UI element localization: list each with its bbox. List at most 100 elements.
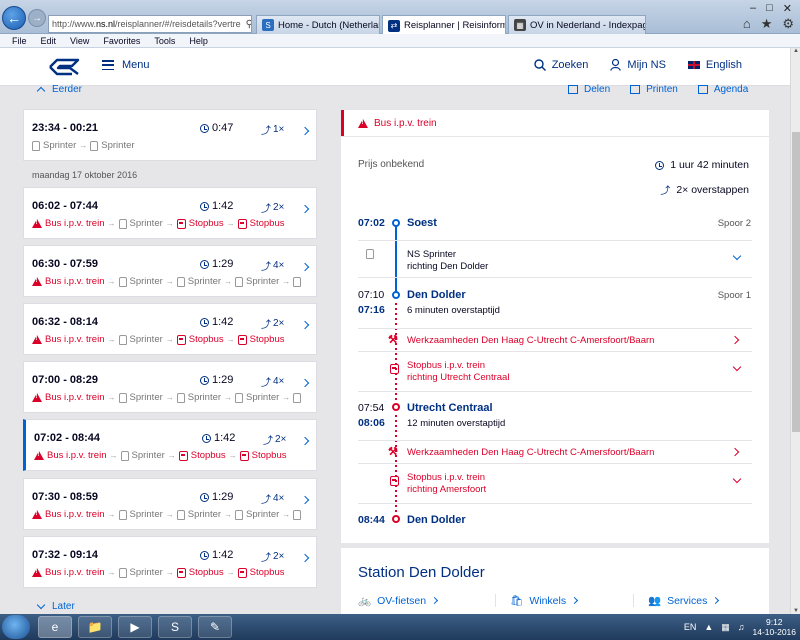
trip-transfers: ⤴ 2× bbox=[261, 200, 284, 215]
trip-card[interactable]: 07:30 - 08:591:29⤴4×Bus i.p.v. trein→Spr… bbox=[23, 478, 317, 530]
skype-taskbar-icon[interactable]: S bbox=[158, 616, 192, 638]
minimize-icon[interactable]: – bbox=[750, 2, 756, 15]
expand-chevron-icon[interactable] bbox=[732, 362, 742, 372]
trip-card[interactable]: 07:32 - 09:141:42⤴2×Bus i.p.v. trein→Spr… bbox=[23, 536, 317, 588]
works-notice-row[interactable]: ⚒ Werkzaamheden Den Haag C-Utrecht C-Ame… bbox=[358, 440, 752, 464]
trip-card[interactable]: 06:02 - 07:441:42⤴2×Bus i.p.v. trein→Spr… bbox=[23, 187, 317, 239]
warning-icon bbox=[32, 568, 42, 577]
start-button[interactable] bbox=[2, 615, 30, 639]
share-icon bbox=[568, 85, 578, 94]
forward-button[interactable]: → bbox=[28, 9, 46, 27]
trip-card[interactable]: 23:34 - 00:21 0:47 ⤴ 1× Sprinter → Sprinter bbox=[23, 109, 317, 161]
trip-leg-label: Stopbus bbox=[188, 218, 224, 229]
settings-gear-icon[interactable]: ⚙ bbox=[782, 16, 794, 32]
calendar-button[interactable]: Agenda bbox=[697, 84, 748, 95]
station-name[interactable]: Den Dolder bbox=[407, 289, 466, 301]
url-prefix: http://www. bbox=[52, 19, 97, 29]
window-close-icon[interactable]: ✕ bbox=[783, 2, 792, 15]
account-button[interactable]: Mijn NS bbox=[610, 59, 666, 71]
search-icon[interactable]: ⚲ bbox=[246, 19, 251, 30]
ie-taskbar-icon[interactable]: e bbox=[38, 616, 72, 638]
works-notice-row[interactable]: ⚒ Werkzaamheden Den Haag C-Utrecht C-Ame… bbox=[358, 328, 752, 352]
train-icon bbox=[176, 392, 185, 403]
transfer-time: 12 minuten overstaptijd bbox=[407, 418, 506, 429]
back-button[interactable]: ← bbox=[2, 6, 26, 30]
ov-fietsen-link[interactable]: 🚲 OV-fietsen bbox=[358, 594, 496, 607]
clock-time: 9:12 bbox=[765, 617, 783, 627]
leg-separator-icon: → bbox=[282, 510, 291, 519]
address-bar[interactable]: http://www. ns.nl/reisplanner/#/reisdetai… bbox=[48, 15, 252, 33]
trip-leg: Sprinter bbox=[120, 450, 165, 461]
ns-logo-icon[interactable] bbox=[48, 58, 80, 76]
tab-reisplanner[interactable]: ⇄ Reisplanner | Reisinformatie... × bbox=[382, 15, 506, 35]
maximize-icon[interactable]: □ bbox=[766, 2, 773, 15]
expand-chevron-icon[interactable] bbox=[732, 474, 742, 484]
trip-card[interactable]: 07:00 - 08:291:29⤴4×Bus i.p.v. trein→Spr… bbox=[23, 361, 317, 413]
print-button[interactable]: Printen bbox=[630, 84, 678, 95]
station-name[interactable]: Den Dolder bbox=[407, 514, 466, 526]
earlier-button[interactable]: Eerder bbox=[36, 84, 82, 96]
trip-duration-text: 1:42 bbox=[214, 432, 236, 444]
page-scrollbar[interactable]: ▲ ▼ bbox=[790, 48, 800, 614]
clock-icon bbox=[200, 259, 209, 269]
language-indicator[interactable]: EN bbox=[684, 622, 697, 632]
leg-train-row[interactable]: NS Sprinter richting Den Dolder bbox=[358, 240, 752, 278]
menu-tools[interactable]: Tools bbox=[154, 34, 175, 47]
share-button[interactable]: Delen bbox=[568, 84, 610, 95]
menu-label: Menu bbox=[122, 59, 150, 71]
leg-train-direction: richting Den Dolder bbox=[407, 261, 489, 272]
train-icon bbox=[293, 509, 302, 520]
favorites-star-icon[interactable]: ★ bbox=[761, 16, 773, 32]
menu-favorites[interactable]: Favorites bbox=[103, 34, 140, 47]
scroll-up-icon[interactable]: ▲ bbox=[791, 48, 800, 54]
paint-taskbar-icon[interactable]: ✎ bbox=[198, 616, 232, 638]
home-icon[interactable]: ⌂ bbox=[743, 16, 751, 32]
menu-help[interactable]: Help bbox=[189, 34, 208, 47]
trip-transfers-text: 4× bbox=[273, 376, 285, 387]
winkels-link[interactable]: 🛍 Winkels bbox=[496, 594, 634, 607]
later-button[interactable]: Later bbox=[36, 600, 75, 612]
tray-arrow-icon[interactable]: ▲ bbox=[704, 622, 713, 632]
tab-ov-nederland[interactable]: ▦ OV in Nederland - Indexpagina bbox=[508, 15, 646, 34]
bus-icon bbox=[176, 334, 186, 345]
scroll-thumb[interactable] bbox=[792, 132, 800, 432]
trip-legs: Bus i.p.v. trein→Sprinter→Sprinter→Sprin… bbox=[32, 509, 302, 520]
trip-duration-text: 1:42 bbox=[212, 316, 234, 328]
tray-clock[interactable]: 9:12 14-10-2016 bbox=[753, 617, 796, 637]
leg-separator-icon: → bbox=[107, 393, 116, 402]
trip-legs: Bus i.p.v. trein→Sprinter→Stopbus→Stopbu… bbox=[32, 334, 302, 345]
menu-file[interactable]: File bbox=[12, 34, 27, 47]
trip-leg: Sprinter bbox=[118, 334, 163, 345]
menu-edit[interactable]: Edit bbox=[41, 34, 57, 47]
explorer-taskbar-icon[interactable]: 📁 bbox=[78, 616, 112, 638]
trip-transfers: ⤴ 2× bbox=[261, 316, 284, 331]
expand-chevron-icon[interactable] bbox=[732, 251, 742, 261]
trip-leg: Bus i.p.v. trein bbox=[32, 218, 105, 229]
network-icon[interactable]: ▦ bbox=[721, 622, 730, 633]
works-notice-text: Werkzaamheden Den Haag C-Utrecht C-Amers… bbox=[407, 447, 655, 458]
trip-card[interactable]: 07:02 - 08:441:42⤴2×Bus i.p.v. trein→Spr… bbox=[23, 419, 317, 471]
leg-bus-row[interactable]: Stopbus i.p.v. trein richting Amersfoort bbox=[358, 464, 752, 504]
language-button[interactable]: English bbox=[687, 59, 742, 71]
trip-leg: Stopbus bbox=[176, 567, 224, 578]
services-link[interactable]: 👥 Services bbox=[634, 594, 772, 607]
menu-view[interactable]: View bbox=[70, 34, 89, 47]
station-name[interactable]: Soest bbox=[407, 217, 437, 229]
trip-card[interactable]: 06:32 - 08:141:42⤴2×Bus i.p.v. trein→Spr… bbox=[23, 303, 317, 355]
leg-bus-text: Stopbus i.p.v. trein richting Utrecht Ce… bbox=[407, 360, 509, 384]
leg-bus-name: Stopbus i.p.v. trein bbox=[407, 472, 485, 483]
departure-time: 07:16 bbox=[358, 304, 385, 316]
media-player-taskbar-icon[interactable]: ▶ bbox=[118, 616, 152, 638]
leg-bus-row[interactable]: Stopbus i.p.v. trein richting Utrecht Ce… bbox=[358, 352, 752, 392]
menu-button[interactable]: Menu bbox=[102, 59, 150, 71]
station-name[interactable]: Utrecht Centraal bbox=[407, 402, 493, 414]
transfer-icon: ⤴ bbox=[261, 204, 271, 215]
trip-card[interactable]: 06:30 - 07:591:29⤴4×Bus i.p.v. trein→Spr… bbox=[23, 245, 317, 297]
train-icon bbox=[293, 276, 302, 287]
trip-time: 23:34 - 00:21 bbox=[32, 122, 99, 134]
tab-home[interactable]: S Home - Dutch (Netherlands) bbox=[256, 15, 380, 34]
search-button[interactable]: Zoeken bbox=[534, 59, 588, 71]
trip-legs: Bus i.p.v. trein→Sprinter→Sprinter→Sprin… bbox=[32, 276, 302, 287]
arrival-time: 08:44 bbox=[358, 514, 385, 526]
volume-icon[interactable]: ♫ bbox=[738, 622, 745, 632]
